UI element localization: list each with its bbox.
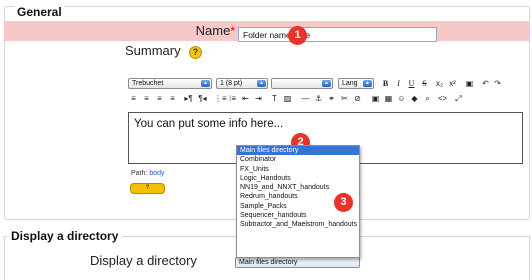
align-left-icon[interactable]: ≡	[128, 94, 139, 104]
display-directory-select[interactable]: Main files directory	[235, 257, 360, 268]
dropdown-option[interactable]: Combinator	[237, 155, 359, 164]
name-label: Name*	[195, 23, 235, 39]
help-badge-icon[interactable]: ?	[130, 183, 165, 194]
callout-badge-1: 1	[288, 26, 307, 45]
nolink-icon[interactable]: ⊘	[352, 94, 363, 104]
dropdown-option[interactable]: NN19_and_NNXT_handouts	[237, 183, 359, 192]
anchor-icon[interactable]: ⚓	[313, 94, 324, 104]
editor-toolbar: Trebuchet ▲ 1 (8 pt) ▲ ▲ Lang ▲ B I U S x₂ …	[128, 78, 524, 112]
search-icon[interactable]: ⌕	[422, 94, 433, 104]
insert-icon[interactable]: ◆	[409, 94, 420, 104]
indent-icon[interactable]: ⇥	[253, 94, 264, 104]
lang-select[interactable]: Lang ▲	[338, 78, 374, 89]
summary-label: Summary	[125, 43, 181, 58]
display-directory-label: Display a directory	[90, 253, 197, 268]
redo-icon[interactable]: ↷	[492, 79, 503, 89]
help-icon[interactable]: ?	[189, 46, 202, 59]
dropdown-option[interactable]: FX_Units	[237, 165, 359, 174]
subscript-button[interactable]: x₂	[434, 79, 445, 89]
underline-button[interactable]: U	[406, 79, 417, 89]
html-source-icon[interactable]: <>	[437, 94, 448, 104]
paste-icon[interactable]: ▣	[464, 79, 475, 89]
background-color-icon[interactable]: ▨	[282, 94, 293, 104]
horizontal-rule-icon[interactable]: —	[300, 94, 311, 104]
lang-select-value: Lang	[342, 80, 358, 87]
editor-path: Path: body	[131, 169, 165, 178]
fullscreen-icon[interactable]: ⤢	[453, 94, 464, 104]
dropdown-option[interactable]: Logic_Handouts	[237, 174, 359, 183]
dropdown-option[interactable]: Subtractor_and_Maelstrom_handouts	[237, 220, 359, 229]
font-select-arrow-icon: ▲	[201, 80, 210, 87]
table-icon[interactable]: ▦	[383, 94, 394, 104]
unordered-list-icon[interactable]: ⁝≡	[227, 94, 238, 104]
format-select-arrow-icon: ▲	[322, 80, 331, 87]
callout-badge-3: 3	[334, 193, 353, 212]
align-center-icon[interactable]: ≡	[141, 94, 152, 104]
format-select[interactable]: ▲	[271, 78, 333, 89]
strikethrough-button[interactable]: S	[419, 79, 430, 89]
ordered-list-icon[interactable]: ⋮≡	[214, 94, 227, 104]
font-color-icon[interactable]: T	[269, 94, 280, 104]
font-select[interactable]: Trebuchet ▲	[128, 78, 212, 89]
smiley-icon[interactable]: ☺	[396, 94, 407, 104]
undo-icon[interactable]: ↶	[480, 79, 491, 89]
path-label: Path:	[131, 170, 148, 177]
dropdown-option[interactable]: Main files directory	[237, 146, 359, 156]
rtl-icon[interactable]: ¶◂	[197, 94, 208, 104]
superscript-button[interactable]: x²	[447, 79, 458, 89]
bold-button[interactable]: B	[380, 79, 391, 89]
image-icon[interactable]: ▣	[370, 94, 381, 104]
lang-select-arrow-icon: ▲	[363, 80, 372, 87]
name-input[interactable]: Folder name here	[238, 27, 437, 42]
ltr-icon[interactable]: ▸¶	[183, 94, 194, 104]
required-mark: *	[230, 24, 235, 38]
outdent-icon[interactable]: ⇤	[240, 94, 251, 104]
general-legend: General	[15, 5, 64, 19]
path-body-link[interactable]: body	[149, 170, 164, 177]
size-select-value: 1 (8 pt)	[220, 80, 243, 87]
unlink-icon[interactable]: ✂	[339, 94, 350, 104]
editor-content: You can put some info here...	[134, 118, 284, 130]
display-directory-selected: Main files directory	[239, 259, 298, 266]
justify-icon[interactable]: ≡	[167, 94, 178, 104]
align-right-icon[interactable]: ≡	[154, 94, 165, 104]
dropdown-option[interactable]: Sequencer_handouts	[237, 211, 359, 220]
italic-button[interactable]: I	[393, 79, 404, 89]
link-icon[interactable]: ⚭	[326, 94, 337, 104]
size-select-arrow-icon: ▲	[257, 80, 266, 87]
size-select[interactable]: 1 (8 pt) ▲	[216, 78, 268, 89]
font-select-value: Trebuchet	[132, 80, 164, 87]
name-label-text: Name	[195, 23, 231, 38]
display-legend: Display a directory	[7, 229, 123, 243]
